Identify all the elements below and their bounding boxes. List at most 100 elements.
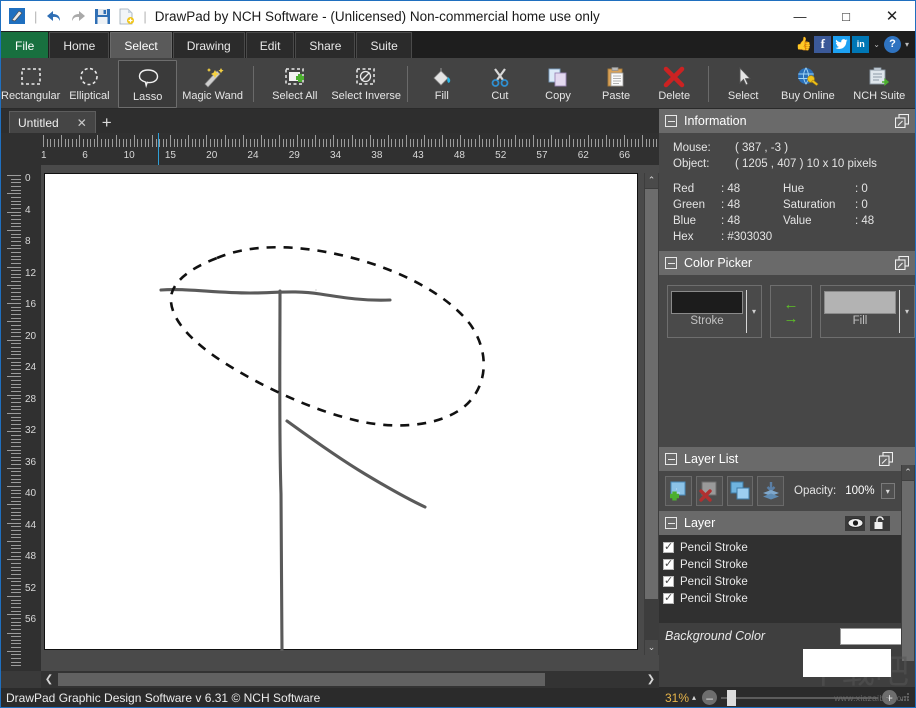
layer-list-panel-header[interactable]: Layer List [659, 447, 915, 471]
thumbs-up-icon[interactable]: 👍 [795, 36, 812, 53]
tool-select-inverse[interactable]: Select Inverse [331, 60, 402, 108]
tab-file[interactable]: File [1, 32, 49, 58]
zoom-level-value[interactable]: 31% [665, 691, 689, 705]
tab-drawing[interactable]: Drawing [172, 32, 245, 58]
tool-magic-wand[interactable]: Magic Wand [177, 60, 248, 108]
redo-icon[interactable] [67, 5, 89, 27]
fill-chevron-down-icon[interactable]: ▾ [900, 286, 914, 337]
layer-items-list[interactable]: Pencil Stroke Pencil Stroke Pencil Strok… [659, 535, 915, 623]
collapse-icon[interactable] [665, 517, 677, 529]
resize-grip[interactable] [900, 691, 912, 705]
scroll-down-button[interactable]: ⌄ [645, 640, 658, 655]
new-tab-button[interactable]: + [102, 114, 112, 133]
undo-icon[interactable] [43, 5, 65, 27]
color-picker-panel-header[interactable]: Color Picker [659, 251, 915, 275]
stroke-chevron-down-icon[interactable]: ▾ [747, 286, 761, 337]
zoom-in-button[interactable]: + [882, 690, 897, 705]
swap-colors-button[interactable]: ← → [770, 285, 812, 338]
maximize-button[interactable]: □ [823, 1, 869, 31]
ruler-tick [57, 139, 59, 147]
zoom-chevron-up-icon[interactable]: ▴ [692, 693, 696, 702]
list-item[interactable]: Pencil Stroke [663, 539, 915, 556]
tool-cut[interactable]: Cut [471, 60, 529, 108]
collapse-icon[interactable] [665, 257, 677, 269]
merge-layer-button[interactable] [757, 476, 784, 506]
panel-scrollbar[interactable]: ⌃ [901, 465, 915, 687]
eye-icon[interactable] [844, 514, 866, 532]
help-icon[interactable]: ? [883, 35, 901, 53]
tool-lasso[interactable]: Lasso [118, 60, 177, 108]
zoom-slider-thumb[interactable] [727, 689, 737, 706]
tool-paste[interactable]: Paste [587, 60, 645, 108]
undock-icon[interactable] [894, 255, 910, 271]
twitter-icon[interactable] [833, 35, 851, 53]
panel-scroll-thumb[interactable] [902, 481, 914, 661]
tool-copy[interactable]: Copy [529, 60, 587, 108]
vertical-scroll-thumb[interactable] [645, 189, 658, 599]
layer-panel-header[interactable]: Layer [659, 511, 915, 535]
tab-suite[interactable]: Suite [356, 32, 412, 58]
undock-icon[interactable] [878, 451, 894, 467]
scroll-left-button[interactable]: ❮ [41, 672, 57, 688]
social-chevron-down-icon[interactable]: ⌄ [871, 40, 882, 49]
ruler-guide[interactable] [158, 133, 159, 165]
ruler-tick [565, 139, 567, 147]
tool-select-cursor[interactable]: Select [714, 60, 772, 108]
list-item[interactable]: Pencil Stroke [663, 573, 915, 590]
tab-select[interactable]: Select [110, 32, 172, 58]
tool-elliptical[interactable]: Elliptical [60, 60, 118, 108]
opacity-chevron-down-icon[interactable]: ▾ [880, 483, 895, 499]
save-icon[interactable] [91, 5, 113, 27]
layer-visibility-checkbox[interactable] [663, 540, 674, 553]
horizontal-ruler[interactable]: 1 6 10 15 20 24 29 34 38 43 48 52 57 62 66 [1, 133, 659, 165]
tab-edit[interactable]: Edit [245, 32, 295, 58]
new-document-icon[interactable] [115, 5, 137, 27]
fill-color-swatch[interactable] [824, 291, 896, 314]
ruler-tick [7, 175, 21, 176]
facebook-icon[interactable]: f [814, 35, 832, 53]
layer-visibility-checkbox[interactable] [663, 574, 674, 587]
canvas-area[interactable]: ⌃ ⌄ [41, 165, 659, 671]
close-button[interactable]: ✕ [869, 1, 915, 31]
tool-select-all[interactable]: Select All [259, 60, 330, 108]
canvas-horizontal-scrollbar[interactable]: ❮ ❯ [41, 671, 659, 688]
scroll-up-button[interactable]: ⌃ [902, 465, 914, 480]
linkedin-icon[interactable]: in [852, 35, 870, 53]
fill-color-control[interactable]: Fill ▾ [820, 285, 915, 338]
help-chevron-down-icon[interactable]: ▾ [903, 40, 911, 49]
tab-share[interactable]: Share [295, 32, 356, 58]
tool-delete[interactable]: Delete [645, 60, 703, 108]
background-color-row[interactable]: Background Color [659, 623, 915, 649]
undock-icon[interactable] [894, 113, 910, 129]
collapse-icon[interactable] [665, 115, 677, 127]
stroke-color-control[interactable]: Stroke ▾ [667, 285, 762, 338]
add-layer-button[interactable] [665, 476, 692, 506]
minimize-button[interactable]: — [777, 1, 823, 31]
horizontal-scroll-thumb[interactable] [58, 673, 545, 686]
scroll-up-button[interactable]: ⌃ [645, 173, 658, 188]
list-item[interactable]: Pencil Stroke [663, 590, 915, 607]
layer-visibility-checkbox[interactable] [663, 591, 674, 604]
zoom-slider[interactable] [721, 689, 878, 706]
duplicate-layer-button[interactable] [726, 476, 754, 506]
background-color-swatch[interactable] [840, 627, 902, 645]
information-panel-header[interactable]: Information [659, 109, 915, 133]
layer-visibility-checkbox[interactable] [663, 557, 674, 570]
tool-rectangular[interactable]: Rectangular [1, 60, 60, 108]
list-item[interactable]: Pencil Stroke [663, 556, 915, 573]
drawing-canvas[interactable] [44, 173, 638, 654]
tool-nch-suite[interactable]: NCH Suite [844, 60, 915, 108]
canvas-vertical-scrollbar[interactable]: ⌃ ⌄ [644, 173, 659, 655]
tool-buy-online[interactable]: Buy Online [772, 60, 843, 108]
document-tab-untitled[interactable]: Untitled ✕ [9, 111, 96, 133]
stroke-color-swatch[interactable] [671, 291, 743, 314]
tool-fill[interactable]: Fill [413, 60, 471, 108]
delete-layer-button[interactable] [695, 476, 723, 506]
zoom-out-button[interactable]: – [702, 690, 718, 705]
collapse-icon[interactable] [665, 453, 677, 465]
tab-home[interactable]: Home [49, 32, 110, 58]
unlock-icon[interactable] [869, 514, 891, 532]
vertical-ruler[interactable]: 0 4 8 12 16 20 24 28 32 36 40 44 48 52 56 [1, 165, 41, 671]
close-icon[interactable]: ✕ [77, 116, 87, 130]
scroll-right-button[interactable]: ❯ [643, 672, 659, 688]
